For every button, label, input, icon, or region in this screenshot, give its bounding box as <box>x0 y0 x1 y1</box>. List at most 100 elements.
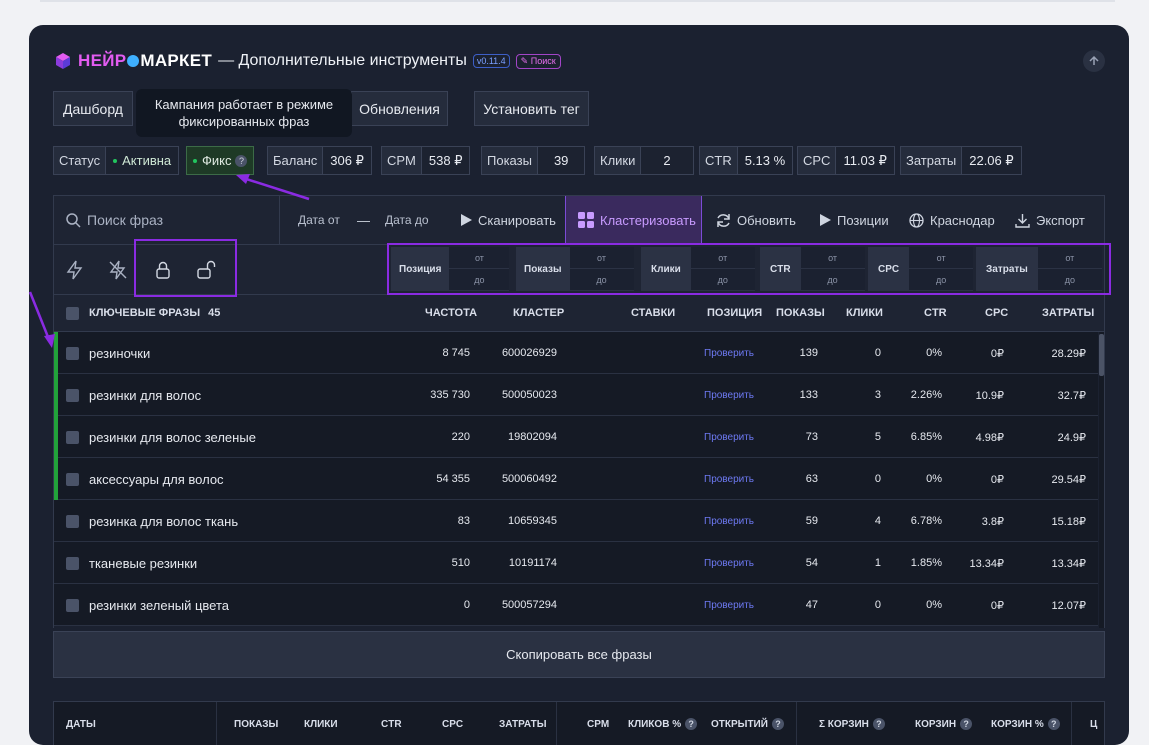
table-row[interactable]: резинки зеленый цвета 0 500057294 Проверить… <box>54 584 1098 626</box>
check-position-link[interactable]: Проверить <box>704 584 754 626</box>
check-position-link[interactable]: Проверить <box>704 332 754 374</box>
col-opened[interactable]: ОТКРЫТИЙ? <box>711 702 784 745</box>
header-cluster[interactable]: КЛАСТЕР <box>513 295 564 331</box>
col-carts-pct[interactable]: КОРЗИН %? <box>991 702 1060 745</box>
panel-header: НЕЙР МАРКЕТ — Дополнительные инструменты … <box>54 50 561 72</box>
lightning-off-icon[interactable] <box>107 259 129 281</box>
col-cut[interactable]: Ц <box>1090 702 1097 745</box>
header-freq[interactable]: ЧАСТОТА <box>425 295 477 331</box>
help-icon[interactable]: ? <box>235 154 248 167</box>
phrase-text: резинки зеленый цвета <box>89 597 230 613</box>
row-checkbox[interactable] <box>66 542 79 584</box>
date-to[interactable]: Дата до <box>385 196 429 244</box>
refresh-button[interactable]: Обновить <box>716 196 796 244</box>
copy-all-phrases-button[interactable]: Скопировать все фразы <box>53 631 1105 678</box>
header-bids[interactable]: СТАВКИ <box>631 295 675 331</box>
help-icon[interactable]: ? <box>872 718 885 730</box>
date-from[interactable]: Дата от <box>298 196 340 244</box>
col-sum-carts[interactable]: Σ КОРЗИН? <box>819 702 885 745</box>
updates-button[interactable]: Обновления <box>351 91 448 126</box>
col-carts[interactable]: КОРЗИН? <box>915 702 973 745</box>
phrases-table-body: резиночки 8 745 600026929 Проверить 139 0 0% 0₽… <box>53 332 1105 628</box>
search-badge: ✎ Поиск <box>515 53 561 69</box>
checkbox-icon <box>66 514 79 528</box>
col-shows[interactable]: ПОКАЗЫ <box>234 702 278 745</box>
col-clicks[interactable]: КЛИКИ <box>304 702 338 745</box>
table-row[interactable]: резинка для волос ткань 83 10659345 Провери… <box>54 500 1098 542</box>
fixed-phrase-marker <box>54 458 58 500</box>
row-checkbox[interactable] <box>66 584 79 626</box>
header-shows[interactable]: ПОКАЗЫ <box>776 295 825 331</box>
stats-table: ДАТЫ ПОКАЗЫ КЛИКИ CTR CPC ЗАТРАТЫ CPM КЛ… <box>53 701 1105 745</box>
table-row[interactable]: аксессуары для волос 54 355 500060492 Прове… <box>54 458 1098 500</box>
lightning-icon[interactable] <box>64 259 86 281</box>
clicks-chip: Клики 2 <box>594 146 694 175</box>
fix-label: Фикс? <box>187 147 253 174</box>
ctr-value: 5.13 % <box>736 147 793 174</box>
spend-value: 15.18₽ <box>1051 515 1086 528</box>
col-cpc[interactable]: CPC <box>442 702 463 745</box>
table-scrollbar[interactable] <box>1099 332 1104 628</box>
header-clicks[interactable]: КЛИКИ <box>846 295 883 331</box>
header-cpc[interactable]: CPC <box>985 295 1008 331</box>
col-cpm[interactable]: CPM <box>587 702 609 745</box>
ctr-value: 1.85% <box>910 557 942 569</box>
search-badge-label: Поиск <box>530 55 556 66</box>
positions-label: Позиции <box>837 212 889 228</box>
row-checkbox[interactable] <box>66 416 79 458</box>
table-row[interactable]: резиночки 8 745 600026929 Проверить 139 0 0% 0₽… <box>54 332 1098 374</box>
row-checkbox[interactable] <box>66 332 79 374</box>
fixed-phrase-marker <box>54 374 58 416</box>
col-dates[interactable]: ДАТЫ <box>66 702 96 745</box>
fixed-phrase-marker <box>54 416 58 458</box>
fix-chip[interactable]: Фикс? <box>186 146 255 175</box>
ctr-value: 0% <box>926 599 942 611</box>
cluster-value: 19802094 <box>508 431 557 443</box>
phrase-text: резиночки <box>89 345 151 361</box>
checkbox-icon <box>66 430 79 444</box>
row-checkbox[interactable] <box>66 374 79 416</box>
help-icon[interactable]: ? <box>771 718 784 730</box>
table-row[interactable]: резинки для волос 335 730 500050023 Провери… <box>54 374 1098 416</box>
scrollbar-thumb[interactable] <box>1099 334 1104 376</box>
freq-value: 8 745 <box>442 347 470 359</box>
header-ctr[interactable]: CTR <box>924 295 947 331</box>
cluster-button[interactable]: Кластеризовать <box>565 196 702 244</box>
shows-value: 54 <box>805 557 818 569</box>
col-ctr[interactable]: CTR <box>381 702 402 745</box>
shows-value: 47 <box>805 599 818 611</box>
row-checkbox[interactable] <box>66 458 79 500</box>
header-spend[interactable]: ЗАТРАТЫ <box>1042 295 1094 331</box>
scan-button[interactable]: Сканировать <box>460 196 556 244</box>
region-button[interactable]: Краснодар <box>909 196 995 244</box>
phrase-text: тканевые резинки <box>89 555 198 571</box>
col-clicks-pct[interactable]: КЛИКОВ %? <box>628 702 698 745</box>
help-icon[interactable]: ? <box>685 718 698 730</box>
fix-mode-tooltip: Кампания работает в режиме фиксированных… <box>136 89 352 137</box>
table-row[interactable]: тканевые резинки 510 10191174 Проверить 54 1 1… <box>54 542 1098 584</box>
header-position[interactable]: ПОЗИЦИЯ <box>707 295 762 331</box>
check-position-link[interactable]: Проверить <box>704 542 754 584</box>
col-spend[interactable]: ЗАТРАТЫ <box>499 702 547 745</box>
status-value-text: Активна <box>122 153 172 168</box>
set-tag-button[interactable]: Установить тег <box>474 91 589 126</box>
select-all-checkbox[interactable] <box>66 295 79 331</box>
dashboard-button[interactable]: Дашборд <box>53 91 133 126</box>
phrase-search[interactable]: Поиск фраз <box>54 196 280 244</box>
scroll-up-button[interactable] <box>1083 50 1105 72</box>
phrases-count: 45 <box>208 307 221 319</box>
status-label: Статус <box>59 153 101 168</box>
help-icon[interactable]: ? <box>960 718 973 730</box>
help-icon[interactable]: ? <box>1047 718 1060 730</box>
search-input[interactable]: Поиск фраз <box>87 212 163 228</box>
table-row[interactable]: резинки для волос зеленые 220 19802094 Пров… <box>54 416 1098 458</box>
positions-button[interactable]: Позиции <box>819 196 889 244</box>
header-phrases: КЛЮЧЕВЫЕ ФРАЗЫ 45 <box>89 295 220 331</box>
export-button[interactable]: Экспорт <box>1015 196 1085 244</box>
play-icon <box>820 214 831 226</box>
check-position-link[interactable]: Проверить <box>704 458 754 500</box>
check-position-link[interactable]: Проверить <box>704 374 754 416</box>
check-position-link[interactable]: Проверить <box>704 500 754 542</box>
check-position-link[interactable]: Проверить <box>704 416 754 458</box>
row-checkbox[interactable] <box>66 500 79 542</box>
